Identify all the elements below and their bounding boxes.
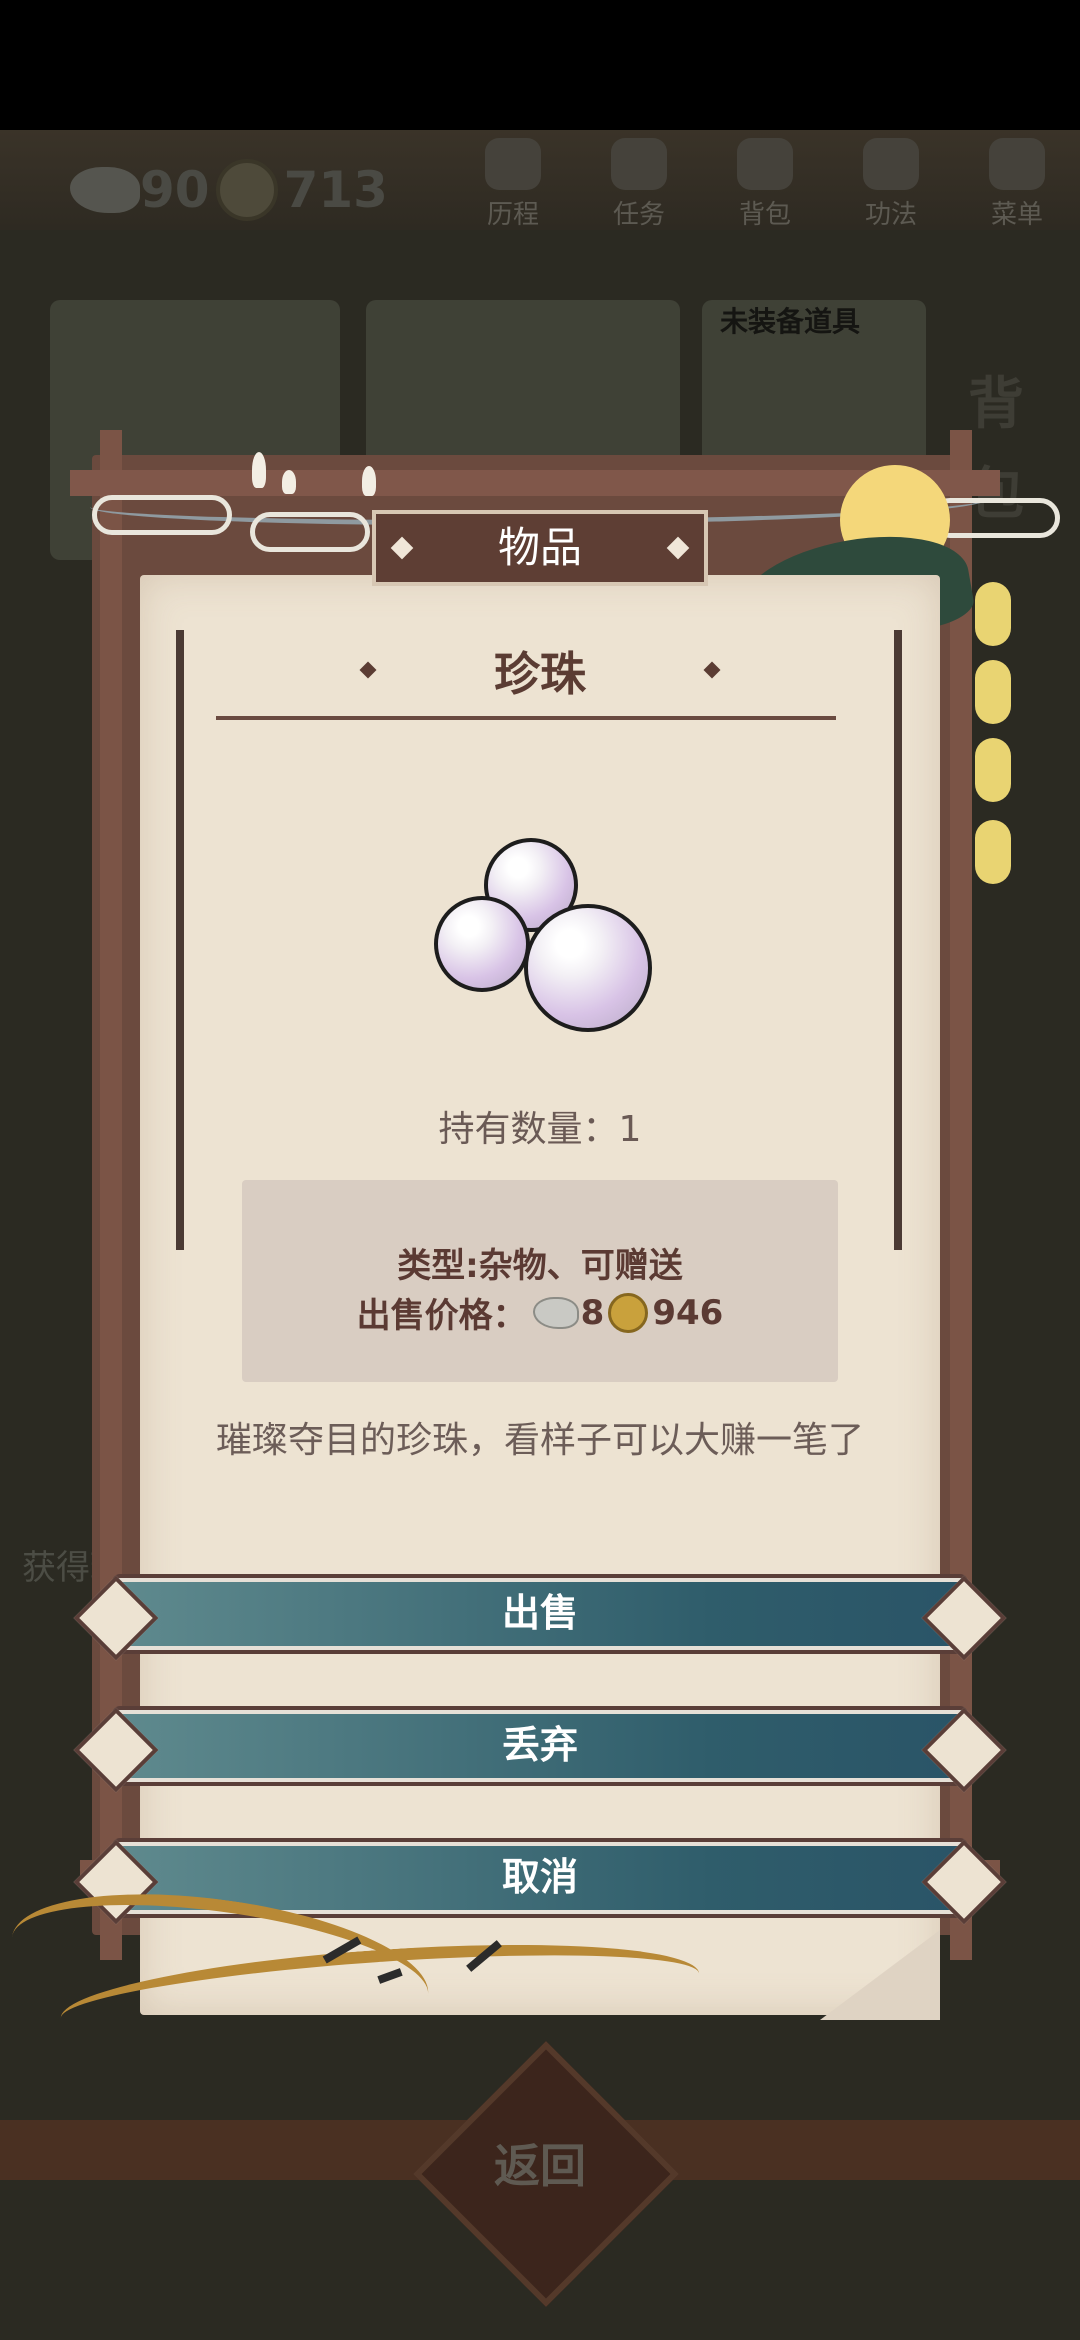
item-type: 类型:杂物、可赠送 (397, 1246, 683, 1286)
unequipped-label: 未装备道具 (720, 305, 861, 338)
cloud-decoration (92, 495, 232, 535)
price-coins: 946 (652, 1292, 724, 1333)
lantern-decoration (975, 582, 1011, 646)
item-description: 璀璨夺目的珍珠，看样子可以大赚一笔了 (215, 1420, 864, 1461)
pearl-ball (434, 896, 530, 992)
sell-button[interactable]: 出售 (112, 1574, 968, 1654)
top-nav: 历程 任务 背包 功法 菜单 (450, 138, 1080, 231)
banner-title: 物品 (497, 523, 582, 572)
silver-amount: 90 (140, 161, 210, 219)
menu-icon (989, 138, 1045, 190)
banner: 物品 (372, 510, 708, 586)
task-icon (611, 138, 667, 190)
nav-bag[interactable]: 背包 (702, 138, 828, 231)
coin-amount: 713 (283, 161, 388, 219)
nav-skill[interactable]: 功法 (828, 138, 954, 231)
nav-label: 任务 (612, 200, 665, 230)
status-bar (0, 0, 1080, 130)
sell-price: 出售价格： 8 946 (242, 1288, 838, 1337)
silver-icon (70, 167, 140, 213)
nav-label: 背包 (738, 200, 791, 230)
bag-icon (737, 138, 793, 190)
title-divider (216, 716, 836, 720)
paper-border-left (176, 630, 184, 1250)
silver-icon (532, 1296, 579, 1329)
coin-icon (608, 1292, 649, 1333)
paper-border-right (894, 630, 902, 1250)
nav-menu[interactable]: 菜单 (954, 138, 1080, 231)
skill-icon (863, 138, 919, 190)
diamond-icon (390, 536, 414, 560)
price-label: 出售价格： (356, 1296, 527, 1336)
price-silver: 8 (580, 1292, 605, 1333)
coin-icon (215, 159, 278, 221)
nav-task[interactable]: 任务 (576, 138, 702, 231)
nav-label: 菜单 (990, 200, 1043, 230)
bird-decoration (282, 470, 296, 494)
discard-button[interactable]: 丢弃 (112, 1706, 968, 1786)
back-label: 返回 (494, 2139, 586, 2193)
nav-label: 功法 (864, 200, 917, 230)
bird-decoration (252, 452, 266, 488)
currency-display: 90 713 (0, 150, 388, 230)
item-title: 珍珠 (494, 647, 586, 701)
lantern-decoration (975, 660, 1011, 724)
lantern-decoration (975, 738, 1011, 802)
diamond-icon (666, 536, 690, 560)
cloud-decoration (250, 512, 370, 552)
pearl-ball (524, 904, 652, 1032)
bird-decoration (362, 466, 376, 496)
journey-icon (485, 138, 541, 190)
nav-label: 历程 (486, 200, 539, 230)
nav-journey[interactable]: 历程 (450, 138, 576, 231)
quantity-text: 持有数量：1 (438, 1109, 642, 1150)
lantern-decoration (975, 820, 1011, 884)
